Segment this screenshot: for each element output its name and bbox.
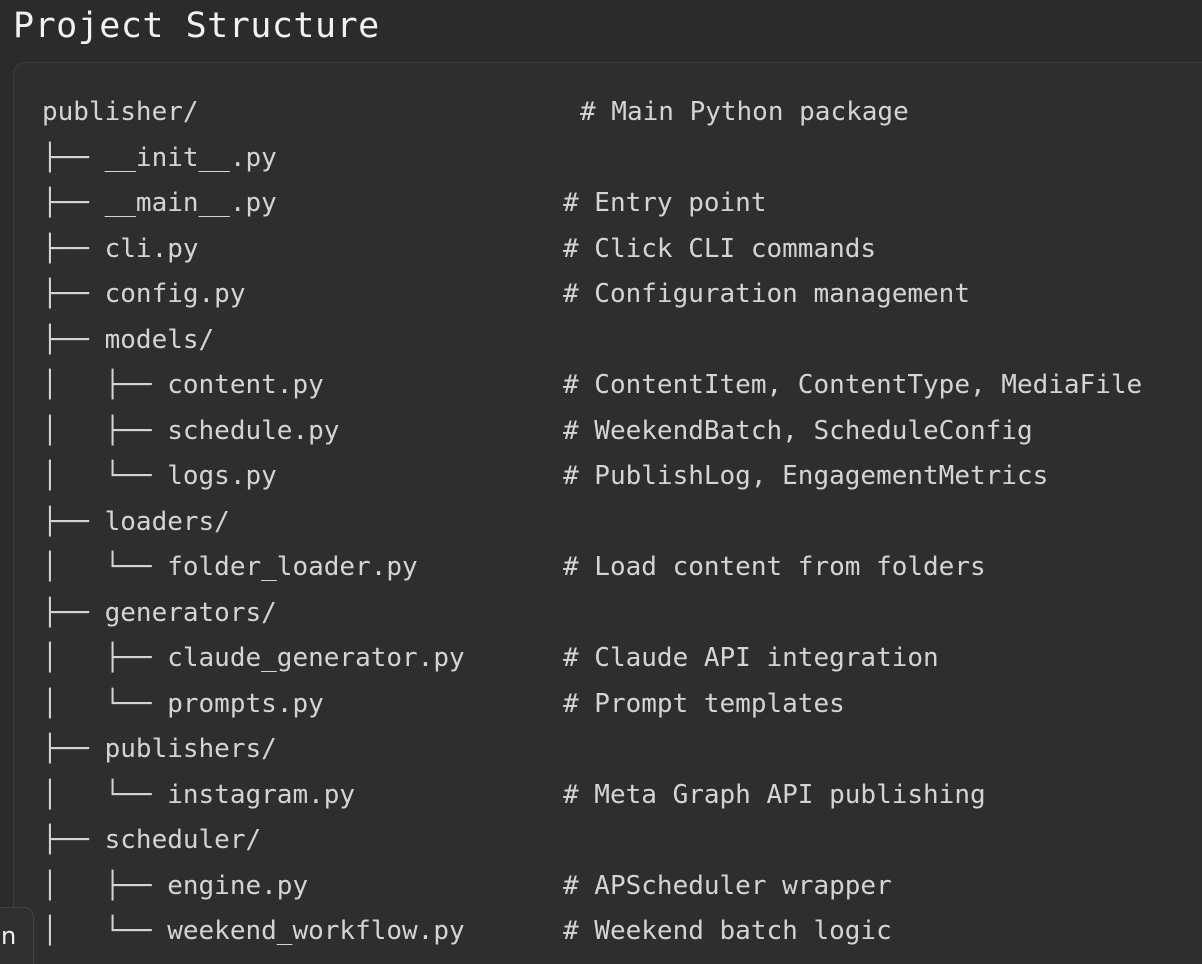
tree-entry: ├── generators/ [42,597,277,628]
code-line: ├── loaders/ [14,500,1202,545]
code-line: │ └── instagram.py # Meta Graph API publi… [14,773,1202,818]
code-line: │ ├── schedule.py # WeekendBatch, Schedul… [14,409,1202,454]
code-line: ├── __init__.py [14,136,1202,181]
tree-entry: ├── cli.py [42,233,199,264]
tree-entry: │ ├── claude_generator.py [42,643,465,673]
code-line: │ ├── engine.py # APScheduler wrapper [14,864,1202,909]
code-line: │ ├── claude_generator.py # Claude API in… [14,636,1202,681]
tree-entry: │ └── logs.py [42,461,277,491]
tree-comment: # Click CLI commands [563,233,877,264]
tree-comment: # Load content from folders [563,552,986,582]
side-tab[interactable]: n [0,907,34,964]
tree-entry: ├── publishers/ [42,734,277,764]
tree-comment: # Meta Graph API publishing [563,779,986,810]
code-line: ├── config.py # Configuration management [14,272,1202,317]
code-line: │ ├── content.py # ContentItem, ContentTy… [14,363,1202,408]
code-block[interactable]: publisher/ # Main Python package ├── __ini… [13,62,1202,964]
tree-entry: │ └── prompts.py [42,688,324,719]
tree-entry: │ ├── engine.py [42,870,309,901]
tree-entry: │ ├── schedule.py [42,415,340,446]
tree-entry: ├── config.py [42,279,246,309]
code-line: │ └── prompts.py # Prompt templates [14,682,1202,727]
tree-comment: # Entry point [563,188,767,218]
code-line: ├── scheduler/ [14,818,1202,863]
tree-entry: ├── loaders/ [42,506,230,537]
tree-comment: # PublishLog, EngagementMetrics [563,461,1049,491]
tree-entry: ├── __init__.py [42,142,277,173]
tree-comment: # Configuration management [563,279,970,309]
tree-comment: # ContentItem, ContentType, MediaFile [563,370,1143,400]
code-line: publisher/ # Main Python package [14,90,1202,135]
code-line: ├── publishers/ [14,727,1202,772]
tree-comment: # Main Python package [580,97,909,127]
tree-entry: │ └── instagram.py [42,779,356,810]
code-line: │ └── logs.py # PublishLog, EngagementMet… [14,454,1202,499]
code-line: ├── models/ [14,318,1202,363]
tree-entry: publisher/ [42,97,199,127]
tree-comment: # Weekend batch logic [563,916,892,946]
tree-comment: # Prompt templates [563,688,845,719]
page-title: Project Structure [13,6,380,46]
code-line: ├── __main__.py # Entry point [14,181,1202,226]
code-line: │ └── folder_loader.py # Load content fro… [14,545,1202,590]
tree-comment: # Claude API integration [563,643,939,673]
tree-entry: │ └── weekend_workflow.py [42,916,465,946]
tree-entry: ├── __main__.py [42,188,277,218]
code-line: │ └── weekend_workflow.py # Weekend batch… [14,909,1202,954]
tree-comment: # WeekendBatch, ScheduleConfig [563,415,1033,446]
tree-entry: ├── scheduler/ [42,825,262,855]
side-tab-label: n [1,922,17,950]
tree-entry: ├── models/ [42,324,215,355]
code-line: ├── generators/ [14,591,1202,636]
code-line: ├── cli.py # Click CLI commands [14,227,1202,272]
tree-comment: # APScheduler wrapper [563,870,892,901]
tree-entry: │ ├── content.py [42,370,324,400]
tree-entry: │ └── folder_loader.py [42,552,418,582]
